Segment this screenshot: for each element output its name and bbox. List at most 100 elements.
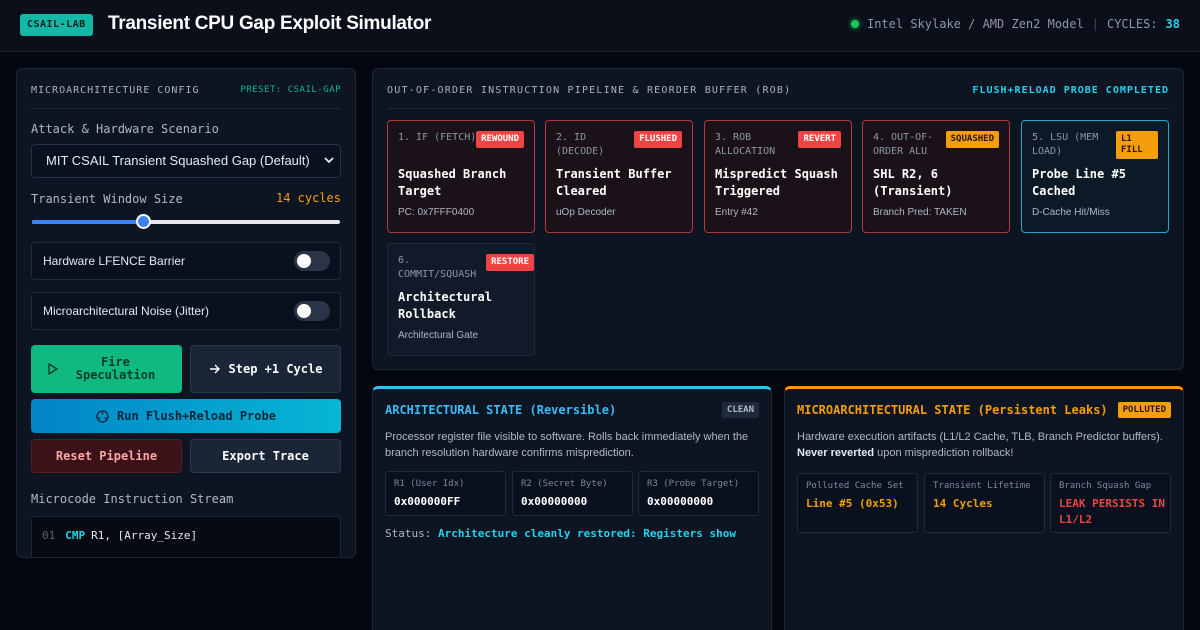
stage-status-badge: SQUASHED xyxy=(945,131,999,148)
instruction-stream-label: Microcode Instruction Stream xyxy=(31,492,234,506)
polluted-badge: POLLUTED xyxy=(1117,402,1171,418)
fire-speculation-button[interactable]: Fire Speculation xyxy=(31,345,182,393)
model-status: Intel Skylake / AMD Zen2 Model | CYCLES:… xyxy=(850,17,1180,31)
register-label: R2 (Secret Byte) xyxy=(521,479,608,489)
stage-instruction: Architectural Rollback xyxy=(398,290,492,321)
stage-label: 5. LSU (MEM LOAD) xyxy=(1032,132,1099,157)
slider-thumb[interactable] xyxy=(135,214,151,229)
flush-reload-button[interactable]: Run Flush+Reload Probe xyxy=(31,399,341,433)
scenario-label: Attack & Hardware Scenario xyxy=(31,122,219,136)
desc-end: upon misprediction rollback! xyxy=(877,447,1014,459)
pipeline-panel: OUT-OF-ORDER INSTRUCTION PIPELINE & REOR… xyxy=(372,68,1184,370)
register-r3: R3 (Probe Target) 0x00000000 xyxy=(638,471,759,516)
operands: R1, [Array_Size] xyxy=(91,529,198,542)
slider-fill xyxy=(32,220,143,224)
stage-label: 1. IF (FETCH) xyxy=(398,132,477,143)
microarchitectural-state-title: MICROARCHITECTURAL STATE (Persistent Lea… xyxy=(797,403,1108,417)
probe-icon xyxy=(96,409,109,423)
window-size-label: Transient Window Size xyxy=(31,192,183,206)
stage-fetch[interactable]: 1. IF (FETCH) REWOUND Squashed Branch Ta… xyxy=(387,120,535,233)
cell-value: 14 Cycles xyxy=(933,497,993,510)
export-trace-button[interactable]: Export Trace xyxy=(190,439,341,473)
lfence-toggle[interactable] xyxy=(294,251,330,271)
desc-start: Hardware execution artifacts (L1/L2 Cach… xyxy=(797,431,1163,443)
step-cycle-label: Step +1 Cycle xyxy=(228,361,323,376)
stage-detail: Branch Pred: TAKEN xyxy=(873,207,967,218)
lab-badge: CSAIL-LAB xyxy=(20,14,93,36)
architectural-state-title: ARCHITECTURAL STATE (Reversible) xyxy=(385,403,617,417)
cell-value: Line #5 (0x53) xyxy=(806,497,899,510)
stage-detail: uOp Decoder xyxy=(556,207,616,218)
stage-instruction: SHL R2, 6 (Transient) xyxy=(873,167,953,198)
branch-squash-gap: Branch Squash Gap LEAK PERSISTS IN L1/L2 xyxy=(1050,473,1171,533)
stage-rob-allocation[interactable]: 3. ROB ALLOCATION REVERT Mispredict Squa… xyxy=(704,120,852,233)
stage-label: 3. ROB ALLOCATION xyxy=(715,132,776,157)
stage-detail: D-Cache Hit/Miss xyxy=(1032,207,1110,218)
register-value: 0x00000000 xyxy=(647,495,714,508)
restore-status: Status: Architecture cleanly restored: R… xyxy=(385,527,736,540)
architectural-state-description: Processor register file visible to softw… xyxy=(385,431,749,459)
transient-lifetime: Transient Lifetime 14 Cycles xyxy=(924,473,1045,533)
stage-status-badge: L1 FILL xyxy=(1116,131,1158,159)
cycles-label: CYCLES: xyxy=(1106,17,1158,31)
stage-label: 2. ID (DECODE) xyxy=(556,132,605,157)
status-value: Architecture cleanly restored: Registers… xyxy=(437,527,736,540)
reset-pipeline-button[interactable]: Reset Pipeline xyxy=(31,439,182,473)
register-label: R1 (User Idx) xyxy=(394,479,465,489)
arrow-right-icon xyxy=(209,364,220,374)
stage-status-badge: REVERT xyxy=(798,131,841,148)
stage-decode[interactable]: 2. ID (DECODE) FLUSHED Transient Buffer … xyxy=(545,120,693,233)
cell-label: Transient Lifetime xyxy=(933,481,1031,491)
stage-ooo-alu[interactable]: 4. OUT-OF-ORDER ALU SQUASHED SHL R2, 6 (… xyxy=(862,120,1010,233)
probe-status: FLUSH+RELOAD PROBE COMPLETED xyxy=(972,85,1169,96)
register-label: R3 (Probe Target) xyxy=(647,479,740,489)
stage-commit[interactable]: 6. COMMIT/SQUASH RESTORE Architectural R… xyxy=(387,243,535,356)
config-panel: MICROARCHITECTURE CONFIG PRESET: CSAIL-G… xyxy=(16,68,356,558)
stage-lsu[interactable]: 5. LSU (MEM LOAD) L1 FILL Probe Line #5 … xyxy=(1021,120,1169,233)
cpu-model-label: Intel Skylake / AMD Zen2 Model xyxy=(866,17,1084,31)
instruction-stream: 01 CMP R1, [Array_Size] xyxy=(31,516,341,557)
stage-status-badge: RESTORE xyxy=(486,254,534,271)
step-cycle-button[interactable]: Step +1 Cycle xyxy=(190,345,341,393)
reset-pipeline-label: Reset Pipeline xyxy=(55,448,158,463)
fire-speculation-label: Fire Speculation xyxy=(75,355,156,382)
export-trace-label: Export Trace xyxy=(222,448,309,463)
config-panel-header: MICROARCHITECTURE CONFIG PRESET: CSAIL-G… xyxy=(31,83,341,109)
opcode: CMP xyxy=(65,529,86,542)
register-r2: R2 (Secret Byte) 0x00000000 xyxy=(512,471,633,516)
stage-detail: Architectural Gate xyxy=(398,330,479,341)
microarchitectural-state-panel: MICROARCHITECTURAL STATE (Persistent Lea… xyxy=(784,386,1184,630)
stage-instruction: Transient Buffer Cleared xyxy=(556,167,672,198)
app-title: Transient CPU Gap Exploit Simulator xyxy=(108,13,432,34)
scenario-select[interactable]: MIT CSAIL Transient Squashed Gap (Defaul… xyxy=(31,144,341,178)
cell-value: LEAK PERSISTS IN L1/L2 xyxy=(1059,497,1165,526)
cell-label: Branch Squash Gap xyxy=(1059,481,1152,491)
window-size-slider[interactable] xyxy=(32,214,340,229)
pipeline-panel-header: OUT-OF-ORDER INSTRUCTION PIPELINE & REOR… xyxy=(387,83,1169,109)
noise-toggle-row: Microarchitectural Noise (Jitter) xyxy=(31,292,341,330)
microarchitectural-state-description: Hardware execution artifacts (L1/L2 Cach… xyxy=(797,429,1172,461)
architectural-state-panel: ARCHITECTURAL STATE (Reversible) CLEAN P… xyxy=(372,386,772,630)
register-r1: R1 (User Idx) 0x000000FF xyxy=(385,471,506,516)
stage-label: 4. OUT-OF-ORDER ALU xyxy=(873,132,934,157)
stage-status-badge: FLUSHED xyxy=(634,131,682,148)
status-label: Status: xyxy=(385,527,432,540)
window-size-value: 14 cycles xyxy=(275,191,341,205)
desc-emphasis: Never reverted xyxy=(797,447,875,459)
header-separator: | xyxy=(1091,17,1099,31)
register-value: 0x000000FF xyxy=(394,495,461,508)
stage-instruction: Probe Line #5 Cached xyxy=(1032,167,1126,198)
config-panel-title: MICROARCHITECTURE CONFIG xyxy=(31,85,200,96)
stage-instruction: Mispredict Squash Triggered xyxy=(715,167,838,198)
stage-label: 6. COMMIT/SQUASH xyxy=(398,255,477,280)
flush-reload-label: Run Flush+Reload Probe xyxy=(117,408,276,423)
stage-status-badge: REWOUND xyxy=(476,131,524,148)
register-value: 0x00000000 xyxy=(521,495,588,508)
scenario-selected-value: MIT CSAIL Transient Squashed Gap (Defaul… xyxy=(46,153,310,168)
stage-detail: Entry #42 xyxy=(715,207,758,218)
noise-toggle-label: Microarchitectural Noise (Jitter) xyxy=(43,304,210,318)
stage-instruction: Squashed Branch Target xyxy=(398,167,507,198)
line-number: 01 xyxy=(42,529,56,542)
noise-toggle[interactable] xyxy=(294,301,330,321)
chevron-down-icon xyxy=(324,145,334,190)
